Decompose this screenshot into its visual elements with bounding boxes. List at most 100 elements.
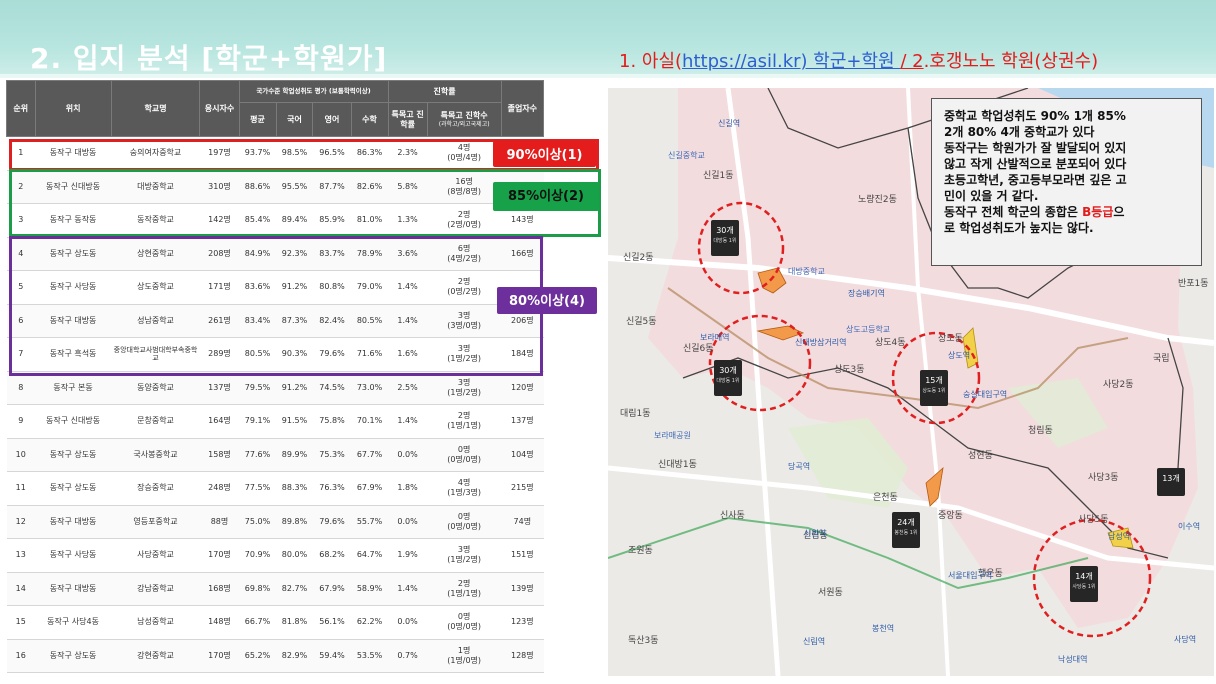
- cell-korean: 90.3%: [276, 337, 313, 372]
- comment-line-7: 동작구 전체 학군의 종합은 B등급으: [944, 204, 1191, 220]
- cell-korean: 91.5%: [276, 404, 313, 439]
- col-avg: 평균: [238, 102, 277, 137]
- cell-special-count-total: 1명: [457, 645, 471, 655]
- cell-special-count: 3명 (1명/2명): [427, 538, 502, 573]
- map-label-gukrip: 국립: [1153, 354, 1170, 364]
- academy-marker-4[interactable]: 24개 봉천동 1위: [892, 512, 920, 548]
- cell-math: 82.6%: [351, 170, 389, 204]
- cell-avg: 83.4%: [239, 304, 276, 338]
- cell-graduates: 215명: [501, 471, 544, 506]
- comment-line-2: 2개 80% 4개 중학교가 있다: [944, 125, 1095, 139]
- table-row: 10 동작구 상도동 국사봉중학교 158명 77.6% 89.9% 75.3% 67.7% 0…: [6, 438, 544, 472]
- table-row: 5 동작구 사당동 상도중학교 171명 83.6% 91.2% 80.8% 79.0% 1.4…: [6, 270, 544, 305]
- comment-line-8: 로 학업성취도가 높지는 않다.: [944, 221, 1094, 235]
- cell-location: 동작구 상도동: [35, 438, 112, 472]
- academy-marker-6[interactable]: 14개 사당동 1위: [1070, 566, 1098, 602]
- cell-applicants: 142명: [199, 203, 240, 238]
- cell-english: 67.9%: [312, 572, 352, 606]
- cell-korean: 91.2%: [276, 371, 313, 405]
- cell-applicants: 261명: [199, 304, 240, 338]
- cell-special-count: 4명 (1명/3명): [427, 471, 502, 506]
- academy-marker-5[interactable]: 13개: [1157, 468, 1185, 496]
- academy-marker-5-count: 13개: [1162, 474, 1180, 483]
- cell-special-count-total: 16명: [455, 176, 473, 186]
- cell-avg: 80.5%: [239, 337, 276, 372]
- cell-avg: 69.8%: [239, 572, 276, 606]
- cell-special-rate: 1.4%: [388, 572, 428, 606]
- cell-special-count: 0명 (0명/0명): [427, 605, 502, 640]
- cell-math: 81.0%: [351, 203, 389, 238]
- cell-korean: 89.8%: [276, 505, 313, 539]
- map-station-jangseung: 장승배기역: [848, 289, 885, 298]
- cell-location: 동작구 신대방동: [35, 170, 112, 204]
- cell-rank: 2: [6, 170, 36, 204]
- cell-applicants: 168명: [199, 572, 240, 606]
- cell-special-count-detail: (2명/0명): [447, 220, 482, 230]
- map-station-soongsil: 숭실대입구역: [963, 390, 1008, 399]
- comment-line-3: 동작구는 학원가가 잘 발달되어 있지: [944, 141, 1127, 155]
- map-station-nakseongdae: 낙성대역: [1058, 655, 1088, 664]
- cell-applicants: 158명: [199, 438, 240, 472]
- cell-special-count-total: 2명: [457, 578, 471, 588]
- cell-applicants: 248명: [199, 471, 240, 506]
- table-row: 7 동작구 흑석동 중앙대학교사범대학부속중학교 289명 80.5% 90.3% 79.6…: [6, 337, 544, 372]
- cell-special-count-detail: (1명/1명): [447, 588, 482, 598]
- cell-special-count: 4명 (0명/4명): [427, 136, 502, 171]
- subtitle: 1. 아실(https://asil.kr) 학군+학원 / 2.호갱노노 학원…: [619, 47, 1098, 73]
- cell-location: 동작구 동작동: [35, 203, 112, 238]
- badge-85: 85%이상(2): [493, 182, 599, 211]
- cell-korean: 89.9%: [276, 438, 313, 472]
- cell-special-rate: 1.4%: [388, 270, 428, 305]
- academy-marker-1[interactable]: 30개 대방동 1위: [711, 220, 739, 256]
- col-special-count-note: (과학고/외고국제고): [438, 120, 490, 128]
- cell-special-rate: 1.9%: [388, 538, 428, 573]
- cell-special-count-detail: (0명/0명): [447, 454, 482, 464]
- cell-special-count-detail: (1명/1명): [447, 421, 482, 431]
- col-special-count: 특목고 진학수 (과학고/외고국제고): [426, 102, 502, 137]
- cell-special-count-total: 0명: [457, 444, 471, 454]
- cell-special-rate: 1.3%: [388, 203, 428, 238]
- map-station-bongcheon: 봉천역: [872, 624, 895, 633]
- subtitle-prefix: 1. 아실(: [619, 51, 683, 72]
- table-row: 11 동작구 상도동 장승중학교 248명 77.5% 88.3% 76.3% 67.9% 1.…: [6, 471, 544, 506]
- cell-math: 58.9%: [351, 572, 389, 606]
- asil-link[interactable]: https://asil.kr: [682, 51, 800, 72]
- table-row: 12 동작구 대방동 영등포중학교 88명 75.0% 89.8% 79.6% 55.7% 0.…: [6, 505, 544, 539]
- map-station-sindaebangsamgeori: 신대방삼거리역: [795, 338, 847, 347]
- academy-marker-2[interactable]: 30개대방동 1위: [714, 360, 742, 396]
- cell-korean: 82.9%: [276, 639, 313, 673]
- map-label-singil1: 신길1동: [703, 171, 734, 181]
- col-math: 수학: [350, 102, 389, 137]
- cell-rank: 10: [6, 438, 36, 472]
- page-title: 2. 입지 분석 [학군+학원가]: [30, 42, 388, 75]
- cell-location: 동작구 사당4동: [35, 605, 112, 640]
- cell-special-count-total: 4명: [457, 478, 471, 488]
- cell-graduates: 151명: [501, 538, 544, 573]
- cell-english: 56.1%: [312, 605, 352, 640]
- col-special-count-label: 특목고 진학수: [440, 111, 488, 121]
- table-row: 14 동작구 대방동 강남중학교 168명 69.8% 82.7% 67.9% 58.9% 1.…: [6, 572, 544, 606]
- comment-line-6: 민이 있을 거 같다.: [944, 189, 1039, 203]
- cell-rank: 11: [6, 471, 36, 506]
- cell-special-count-detail: (1명/2명): [447, 387, 482, 397]
- academy-marker-3[interactable]: 15개 상도동 1위: [920, 370, 948, 406]
- cell-avg: 70.9%: [239, 538, 276, 573]
- academy-marker-2-count: 30개: [719, 366, 737, 375]
- table-row: 1 동작구 대방동 숭의여자중학교 197명 93.7% 98.5% 96.5% 86.3% 2…: [6, 136, 544, 171]
- table-row: 8 동작구 본동 동양중학교 137명 79.5% 91.2% 74.5% 73.0% 2.5%…: [6, 371, 544, 405]
- cell-special-count: 3명 (1명/2명): [427, 371, 502, 405]
- cell-applicants: 208명: [199, 237, 240, 271]
- cell-special-count-total: 3명: [457, 377, 471, 387]
- cell-korean: 87.3%: [276, 304, 313, 338]
- cell-special-count-total: 3명: [457, 545, 471, 555]
- cell-math: 62.2%: [351, 605, 389, 640]
- cell-math: 67.9%: [351, 471, 389, 506]
- academy-marker-6-label: 사당동 1위: [1072, 583, 1096, 590]
- academy-marker-2-label: 대방동 1위: [716, 377, 740, 384]
- cell-location: 동작구 대방동: [35, 572, 112, 606]
- cell-korean: 95.5%: [276, 170, 313, 204]
- table-row: 4 동작구 상도동 상현중학교 208명 84.9% 92.3% 83.7% 78.9% 3.6…: [6, 237, 544, 271]
- cell-avg: 65.2%: [239, 639, 276, 673]
- cell-english: 83.7%: [312, 237, 352, 271]
- map-station-namseong: 남성역: [1108, 532, 1131, 541]
